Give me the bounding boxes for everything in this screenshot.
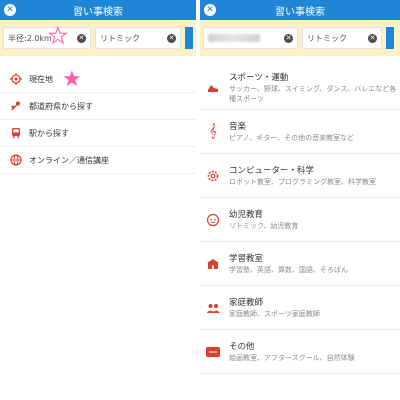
menu-item-label: 都道府県から探す [29, 101, 93, 111]
category-study-class[interactable]: 学習教室 学習塾、英語、算数、国語、そろばん [200, 242, 400, 286]
gear-icon [205, 168, 221, 184]
filter-chip-label: 半径:2.0km [8, 33, 52, 43]
filter-chip-label: リトミック [307, 33, 347, 43]
map-pin-icon [10, 100, 22, 112]
globe-icon [10, 154, 22, 166]
category-list: スポーツ・運動 サッカー、野球、スイミング、ダンス、バレエなど各種スポーツ 𝄞 … [200, 66, 400, 374]
filter-scroll-edge [185, 27, 193, 49]
star-outline-icon: ★ [48, 24, 69, 49]
category-subtitle: 家庭教師、スポーツ家庭教師 [229, 309, 320, 318]
category-subtitle: リトミック、幼児教育 [229, 221, 299, 230]
menu-item-station[interactable]: 駅から探す [0, 120, 196, 147]
category-subtitle: 学習塾、英語、算数、国語、そろばん [229, 265, 348, 274]
category-sports[interactable]: スポーツ・運動 サッカー、野球、スイミング、ダンス、バレエなど各種スポーツ [200, 66, 400, 110]
filter-chip-rythmic[interactable]: リトミック ✕ [302, 27, 382, 49]
search-method-list: 現在地 都道府県から探す 駅から探す オンライン／通信講座 [0, 66, 196, 174]
category-subtitle: 絵画教室、アフタースクール、自然体験 [229, 353, 355, 362]
treble-clef-icon: 𝄞 [209, 124, 217, 139]
baby-face-icon [205, 212, 221, 228]
filter-scroll-edge [386, 27, 394, 49]
category-title: その他 [229, 341, 255, 352]
category-title: コンピューター・科学 [229, 165, 315, 176]
header-bar: ✕ 習い事検索 [200, 0, 400, 20]
other-badge-icon [205, 344, 221, 360]
location-target-icon [10, 73, 22, 85]
sneaker-icon [205, 80, 221, 96]
menu-item-label: オンライン／通信講座 [29, 155, 109, 165]
clear-icon[interactable]: ✕ [167, 33, 176, 43]
category-title: 幼児教育 [229, 209, 264, 220]
category-computer-science[interactable]: コンピューター・科学 ロボット教室、プログラミング教室、科学教室 [200, 154, 400, 198]
category-subtitle: ピアノ、ギター、その他の音楽教室など [229, 133, 355, 142]
category-subtitle: ロボット教室、プログラミング教室、科学教室 [229, 177, 376, 186]
filter-chip-label: リトミック [99, 33, 140, 43]
category-music[interactable]: 𝄞 音楽 ピアノ、ギター、その他の音楽教室など [200, 110, 400, 154]
category-subtitle: サッカー、野球、スイミング、ダンス、バレエなど各種スポーツ [229, 85, 397, 103]
clear-icon[interactable]: ✕ [284, 33, 293, 43]
filter-chip-radius[interactable]: 半径:2.0km ✕ [3, 27, 91, 49]
left-screen: ✕ 習い事検索 半径:2.0km ✕ リトミック ✕ ★ ★ 現在地 都道府県か… [0, 0, 196, 400]
menu-item-current-location[interactable]: 現在地 [0, 66, 196, 93]
clear-icon[interactable]: ✕ [76, 33, 86, 43]
category-tutor[interactable]: 家庭教師 家庭教師、スポーツ家庭教師 [200, 286, 400, 330]
filter-bar: ✕ リトミック ✕ [200, 20, 400, 56]
menu-item-prefecture[interactable]: 都道府県から探す [0, 93, 196, 120]
menu-item-online[interactable]: オンライン／通信講座 [0, 147, 196, 174]
filter-chip-rythmic[interactable]: リトミック ✕ [94, 27, 181, 49]
school-icon [205, 256, 221, 272]
filter-bar: 半径:2.0km ✕ リトミック ✕ [0, 20, 196, 56]
category-title: 音楽 [229, 121, 247, 132]
category-early-education[interactable]: 幼児教育 リトミック、幼児教育 [200, 198, 400, 242]
category-title: 学習教室 [229, 253, 264, 264]
menu-item-label: 駅から探す [29, 128, 69, 138]
category-other[interactable]: その他 絵画教室、アフタースクール、自然体験 [200, 330, 400, 374]
right-screen: ✕ 習い事検索 ✕ リトミック ✕ スポーツ・運動 サッカー、野球、スイミング、… [200, 0, 400, 400]
train-icon [10, 127, 22, 139]
filter-chip-location[interactable]: ✕ [203, 27, 298, 49]
close-icon[interactable]: ✕ [4, 4, 16, 16]
menu-item-label: 現在地 [29, 74, 53, 84]
page-title: 習い事検索 [73, 6, 123, 18]
tutor-icon [205, 300, 221, 316]
close-icon[interactable]: ✕ [204, 4, 216, 16]
blurred-location-text [208, 34, 260, 42]
category-title: スポーツ・運動 [229, 73, 289, 84]
category-title: 家庭教師 [229, 297, 264, 308]
header-bar: ✕ 習い事検索 [0, 0, 196, 20]
clear-icon[interactable]: ✕ [368, 33, 377, 43]
page-title: 習い事検索 [275, 6, 325, 18]
